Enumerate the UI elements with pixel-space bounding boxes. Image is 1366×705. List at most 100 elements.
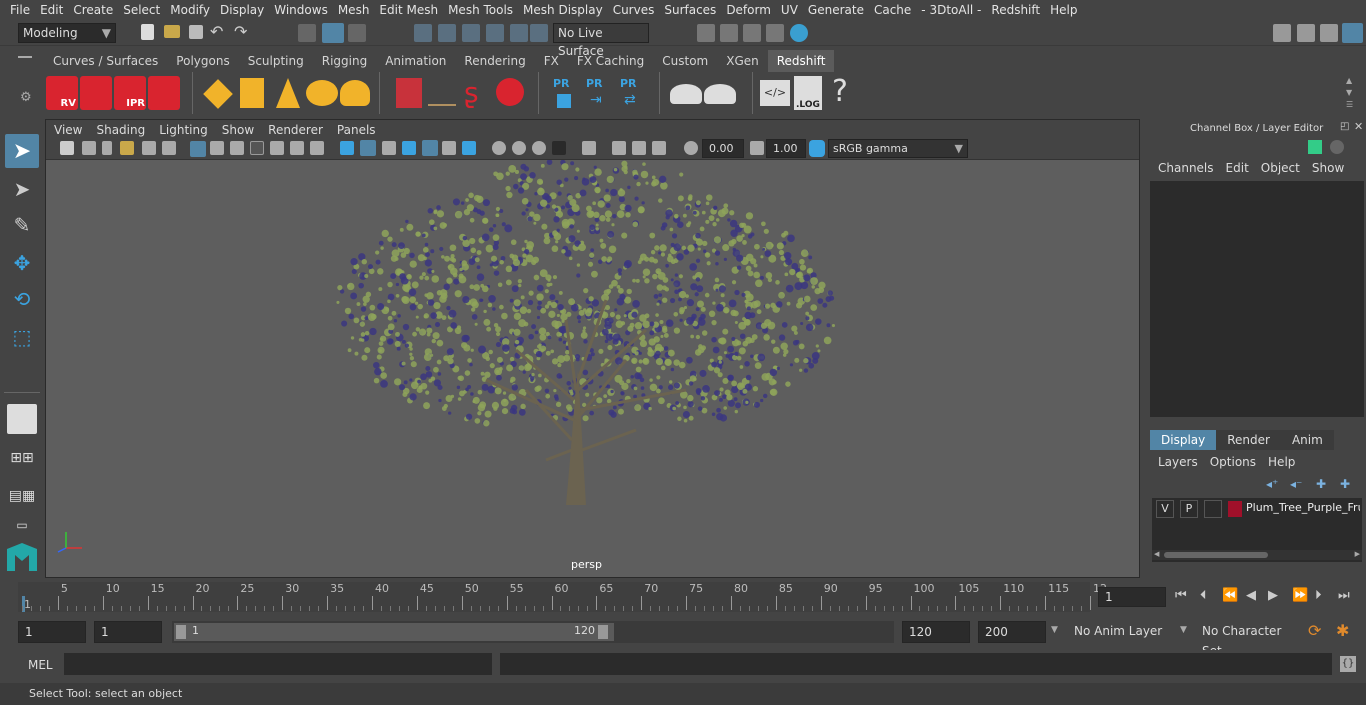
layer-scrollbar[interactable]: ◀ ▶ [1152,550,1362,560]
scroll-left-icon[interactable]: ◀ [1154,550,1159,558]
close-icon[interactable]: ✕ [1354,120,1363,133]
channel-menu-channels[interactable]: Channels [1152,161,1220,175]
render-view-icon[interactable] [697,24,715,42]
tab-sculpting[interactable]: Sculpting [239,50,313,72]
rotate-tool-icon[interactable]: ⟲ [5,282,39,316]
gamma-icon[interactable] [750,141,764,155]
layout-single-icon[interactable] [7,404,37,434]
open-scene-icon[interactable] [164,25,180,38]
menu-modify[interactable]: Modify [165,3,215,17]
new-scene-icon[interactable] [141,24,154,40]
chevron-up-icon[interactable]: ▲ [1346,76,1352,85]
paint-select-tool-icon[interactable]: ✎ [5,208,39,242]
lighting-icon[interactable] [442,141,456,155]
layer-type-toggle[interactable] [1204,500,1222,518]
grid-toggle-icon[interactable] [142,141,156,155]
scrollbar-thumb[interactable] [1164,552,1268,558]
camera-select-icon[interactable] [60,141,74,155]
layout-outliner-icon[interactable]: ▤▦ [5,482,39,510]
default-material-icon[interactable] [382,141,396,155]
rs-dome-light-icon[interactable] [306,80,338,106]
snap-point-icon[interactable] [462,24,480,42]
select-hierarchy-icon[interactable] [298,24,316,42]
wireframe-grid-icon[interactable] [190,141,206,157]
range-start-handle[interactable] [176,625,186,639]
viewport-menu-panels[interactable]: Panels [330,123,383,137]
redshift-render-button[interactable] [80,76,112,110]
menu-select[interactable]: Select [118,3,165,17]
channel-sync-icon[interactable] [1330,140,1344,154]
menu-file[interactable]: File [0,3,35,17]
channel-box-toggle-icon[interactable] [1342,23,1363,43]
step-forward-key-icon[interactable]: ⏵ [1315,588,1322,603]
film-gate-icon[interactable] [162,141,176,155]
resolution-gate-icon[interactable] [210,141,224,155]
bake-set-icon[interactable] [704,84,736,104]
shadows-icon[interactable] [462,141,476,155]
tab-fx-caching[interactable]: FX Caching [568,50,653,72]
layer-color-swatch[interactable] [1228,501,1242,517]
layer-menu-options[interactable]: Options [1204,455,1262,469]
viewport-menu-show[interactable]: Show [215,123,261,137]
image-plane-icon[interactable] [120,141,134,155]
move-layer-down-icon[interactable]: ◂⁻ [1290,477,1302,491]
layout-quad-icon[interactable]: ⊞⊞ [5,444,39,472]
scale-tool-icon[interactable]: ⬚ [5,320,39,354]
new-layer-selected-icon[interactable]: ✚ [1340,477,1350,491]
tab-fx[interactable]: FX [535,50,568,72]
step-back-key-icon[interactable]: ⏴ [1200,588,1207,603]
range-bar[interactable]: 1 120 [174,623,614,641]
help-icon[interactable]: ? [832,72,848,112]
channel-menu-show[interactable]: Show [1306,161,1350,175]
rs-spot-light-icon[interactable] [276,78,300,108]
command-input[interactable] [64,653,492,675]
tab-animation[interactable]: Animation [376,50,455,72]
channel-keys-icon[interactable] [1308,140,1322,154]
bake-icon[interactable] [670,84,702,104]
safe-title-icon[interactable] [290,141,304,155]
log-button[interactable]: .LOG [794,76,822,110]
layer-tab-anim[interactable]: Anim [1280,430,1334,450]
menu-surfaces[interactable]: Surfaces [659,3,721,17]
snap-curve-icon[interactable] [438,24,456,42]
chevron-down-icon[interactable]: ▼ [1180,625,1187,635]
scroll-right-icon[interactable]: ▶ [1355,550,1360,558]
go-to-start-icon[interactable]: ⏮ [1175,588,1187,603]
tab-rendering[interactable]: Rendering [455,50,534,72]
attribute-editor-icon[interactable] [1297,24,1315,42]
xray-components-icon[interactable] [532,141,546,155]
smooth-shading-icon[interactable] [360,140,376,156]
save-scene-icon[interactable] [189,25,203,39]
ipr-render-icon[interactable] [743,24,761,42]
float-window-icon[interactable]: ◰ [1340,121,1349,132]
chevron-down-icon[interactable]: ▼ [1346,88,1352,97]
safe-action-icon[interactable] [270,141,284,155]
animation-prefs-icon[interactable]: ✱ [1336,621,1349,640]
rs-proxy-icon[interactable] [396,78,422,108]
layer-tab-render[interactable]: Render [1216,430,1281,450]
select-object-icon[interactable] [322,23,344,43]
textured-icon[interactable] [422,140,438,156]
time-slider[interactable]: 1 5 10 15 20 25 30 35 40 45 50 55 60 65 70 75 80 85 90 95 1… [0,580,1366,616]
character-set-dropdown[interactable]: No Character Set [1194,621,1298,658]
move-tool-icon[interactable]: ✥ [5,246,39,280]
render-frame-icon[interactable] [720,24,738,42]
lasso-tool-icon[interactable]: ➤ [5,172,39,206]
pr-export-button[interactable]: PR ⇥ [586,76,612,110]
menu-display[interactable]: Display [215,3,269,17]
redshift-rv-button[interactable]: RV [46,76,78,110]
field-chart-icon[interactable] [250,141,264,155]
live-surface-field[interactable]: No Live Surface [553,23,649,58]
hud-icon[interactable] [632,141,646,155]
auto-key-icon[interactable]: ⟳ [1308,621,1321,640]
hypershade-icon[interactable] [790,24,808,42]
play-forward-icon[interactable]: ▶ [1268,588,1278,603]
rs-hair-icon[interactable] [428,84,456,106]
snap-grid-icon[interactable] [414,24,432,42]
tool-settings-icon[interactable] [1320,24,1338,42]
menu-mesh-tools[interactable]: Mesh Tools [443,3,518,17]
frame-all-icon[interactable] [652,141,666,155]
layer-name[interactable]: Plum_Tree_Purple_Frui [1246,501,1360,514]
wireframe-shading-icon[interactable] [340,141,354,155]
colorspace-dropdown[interactable]: sRGB gamma ▼ [828,139,968,158]
